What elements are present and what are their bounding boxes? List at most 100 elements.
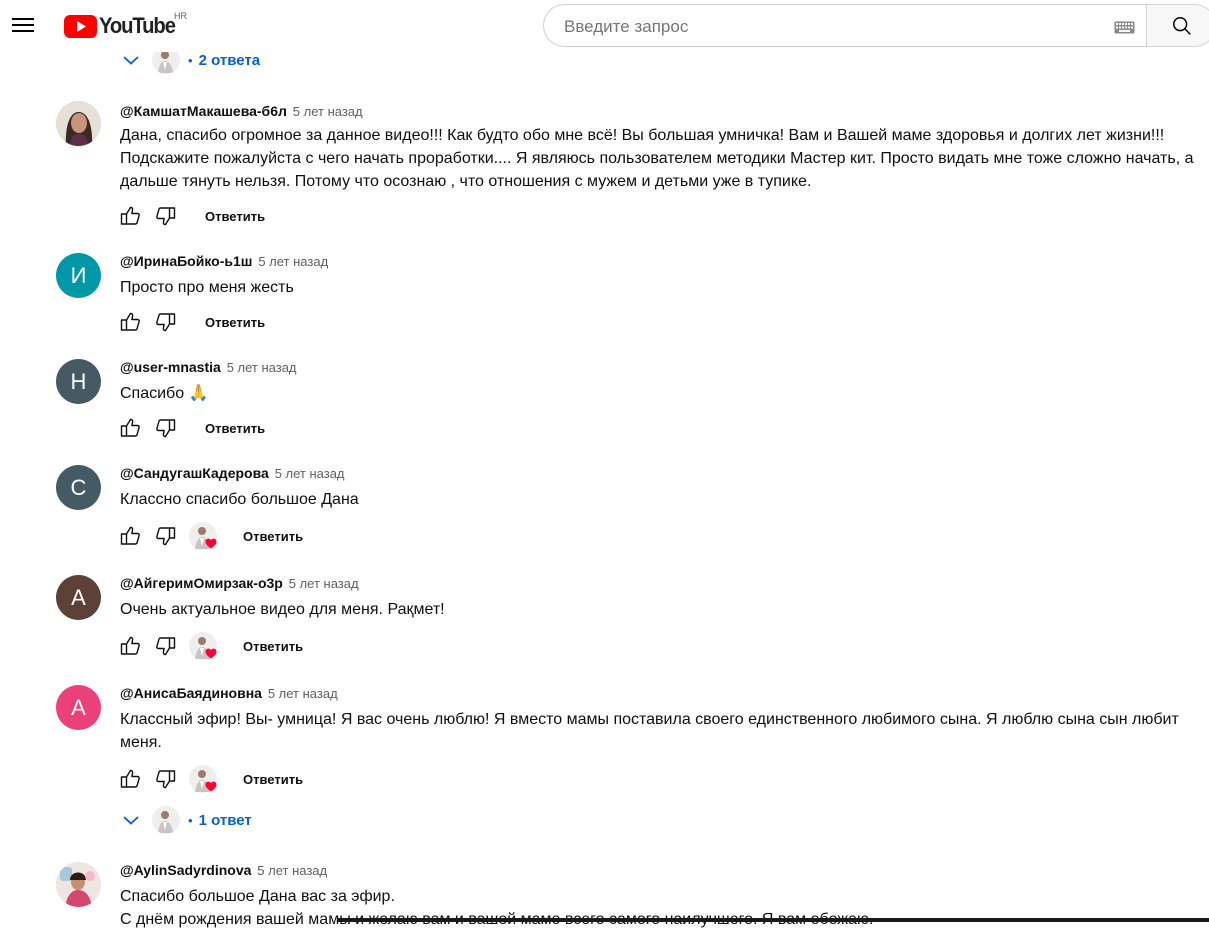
reply-button[interactable]: Ответить bbox=[195, 203, 275, 230]
search-box bbox=[543, 4, 1147, 47]
like-button[interactable] bbox=[117, 633, 143, 659]
dislike-button[interactable] bbox=[153, 766, 179, 792]
thumbs-down-icon bbox=[154, 310, 178, 334]
comment-time[interactable]: 5 лет назад bbox=[275, 466, 345, 481]
thumbs-down-icon bbox=[154, 767, 178, 791]
comment-actions: Ответить bbox=[117, 764, 313, 794]
avatar[interactable]: И bbox=[56, 253, 101, 298]
comment-text: Очень актуальное видео для меня. Рақмет! bbox=[120, 601, 445, 618]
comment-time[interactable]: 5 лет назад bbox=[257, 863, 327, 878]
thumbs-down-icon bbox=[154, 204, 178, 228]
thumbs-up-icon bbox=[118, 634, 142, 658]
comment-actions: Ответить bbox=[117, 307, 275, 337]
thumbs-down-icon bbox=[154, 634, 178, 658]
thumbs-up-icon bbox=[118, 204, 142, 228]
search-input[interactable] bbox=[562, 14, 1086, 40]
reply-button[interactable]: Ответить bbox=[195, 415, 275, 442]
heart-icon bbox=[205, 648, 217, 659]
avatar[interactable]: А bbox=[56, 685, 101, 730]
reply-button[interactable]: Ответить bbox=[233, 523, 313, 550]
logo-text: YouTube bbox=[99, 13, 176, 38]
comment-time[interactable]: 5 лет назад bbox=[227, 360, 297, 375]
dislike-button[interactable] bbox=[153, 203, 179, 229]
comment-time[interactable]: 5 лет назад bbox=[293, 104, 363, 119]
country-code: HR bbox=[174, 11, 187, 21]
comment-header: @СандугашКадерова 5 лет назад bbox=[120, 465, 345, 481]
creator-heart-badge bbox=[189, 632, 217, 660]
youtube-play-icon bbox=[64, 14, 97, 38]
comment-text: Классно спасибо большое Дана bbox=[120, 491, 359, 508]
thumbs-up-icon bbox=[118, 416, 142, 440]
top-bar: YouTube HR bbox=[0, 0, 1209, 52]
dislike-button[interactable] bbox=[153, 309, 179, 335]
author-name[interactable]: @user-mnastia bbox=[120, 359, 221, 375]
creator-avatar bbox=[152, 806, 180, 834]
user-photo-icon bbox=[56, 862, 101, 907]
separator-dot: • bbox=[188, 52, 193, 68]
author-name[interactable]: @СандугашКадерова bbox=[120, 465, 269, 481]
reply-button[interactable]: Ответить bbox=[195, 309, 275, 336]
avatar[interactable] bbox=[56, 101, 101, 146]
author-name[interactable]: @КамшатМакашева-б6л bbox=[120, 103, 287, 119]
dislike-button[interactable] bbox=[153, 523, 179, 549]
heart-icon bbox=[205, 538, 217, 549]
thumbs-up-icon bbox=[118, 310, 142, 334]
thumbs-up-icon bbox=[118, 767, 142, 791]
comment-text: Классный эфир! Вы- умница! Я вас очень л… bbox=[120, 711, 1179, 751]
hamburger-menu-icon[interactable] bbox=[10, 14, 36, 38]
like-button[interactable] bbox=[117, 523, 143, 549]
author-name[interactable]: @ИринаБойко-ь1ш bbox=[120, 253, 252, 269]
comment-header: @user-mnastia 5 лет назад bbox=[120, 359, 297, 375]
comment-actions: Ответить bbox=[117, 521, 313, 551]
creator-heart-badge bbox=[189, 522, 217, 550]
horizontal-scrollbar[interactable] bbox=[337, 918, 1209, 922]
comment-header: @КамшатМакашева-б6л 5 лет назад bbox=[120, 103, 363, 119]
comment-time[interactable]: 5 лет назад bbox=[258, 254, 328, 269]
comment-text: Спасибо 🙏 bbox=[120, 385, 209, 402]
view-replies-toggle[interactable]: • 1 ответ bbox=[122, 805, 252, 835]
dislike-button[interactable] bbox=[153, 633, 179, 659]
author-name[interactable]: @АнисаБаядиновна bbox=[120, 685, 262, 701]
comment-time[interactable]: 5 лет назад bbox=[268, 686, 338, 701]
comment-time[interactable]: 5 лет назад bbox=[289, 576, 359, 591]
chevron-down-icon bbox=[122, 54, 140, 66]
reply-button[interactable]: Ответить bbox=[233, 766, 313, 793]
like-button[interactable] bbox=[117, 415, 143, 441]
comment-actions: Ответить bbox=[117, 631, 313, 661]
avatar[interactable]: С bbox=[56, 465, 101, 510]
comment-actions: Ответить bbox=[117, 413, 275, 443]
dislike-button[interactable] bbox=[153, 415, 179, 441]
like-button[interactable] bbox=[117, 766, 143, 792]
comment-actions: Ответить bbox=[117, 201, 275, 231]
comment-header: @ИринаБойко-ь1ш 5 лет назад bbox=[120, 253, 328, 269]
replies-count: 1 ответ bbox=[198, 811, 252, 829]
like-button[interactable] bbox=[117, 309, 143, 335]
search-icon bbox=[1173, 17, 1191, 35]
heart-icon bbox=[205, 781, 217, 792]
avatar[interactable]: А bbox=[56, 575, 101, 620]
comment-text-line: Спасибо большое Дана вас за эфир. bbox=[120, 888, 395, 905]
search-button[interactable] bbox=[1146, 4, 1209, 47]
creator-heart-badge bbox=[189, 765, 217, 793]
avatar[interactable] bbox=[56, 862, 101, 907]
thumbs-down-icon bbox=[154, 416, 178, 440]
like-button[interactable] bbox=[117, 203, 143, 229]
comment-header: @АнисаБаядиновна 5 лет назад bbox=[120, 685, 338, 701]
comment-text: Просто про меня жесть bbox=[120, 279, 294, 296]
comment-header: @AylinSadyrdinova 5 лет назад bbox=[120, 862, 327, 878]
replies-count: 2 ответа bbox=[198, 51, 261, 69]
comment-text: Дана, спасибо огромное за данное видео!!… bbox=[120, 127, 1194, 190]
comment-header: @АйгеримОмирзак-о3р 5 лет назад bbox=[120, 575, 359, 591]
comment-text: Спасибо большое Дана вас за эфир. С днём… bbox=[120, 885, 1209, 931]
chevron-down-icon bbox=[122, 814, 140, 826]
user-photo-icon bbox=[56, 101, 101, 146]
keyboard-icon[interactable] bbox=[1114, 21, 1135, 34]
youtube-logo[interactable]: YouTube bbox=[64, 13, 181, 39]
reply-button[interactable]: Ответить bbox=[233, 633, 313, 660]
thumbs-down-icon bbox=[154, 524, 178, 548]
author-name[interactable]: @AylinSadyrdinova bbox=[120, 862, 251, 878]
separator-dot: • bbox=[188, 812, 193, 828]
author-name[interactable]: @АйгеримОмирзак-о3р bbox=[120, 575, 283, 591]
avatar[interactable]: Н bbox=[56, 359, 101, 404]
thumbs-up-icon bbox=[118, 524, 142, 548]
